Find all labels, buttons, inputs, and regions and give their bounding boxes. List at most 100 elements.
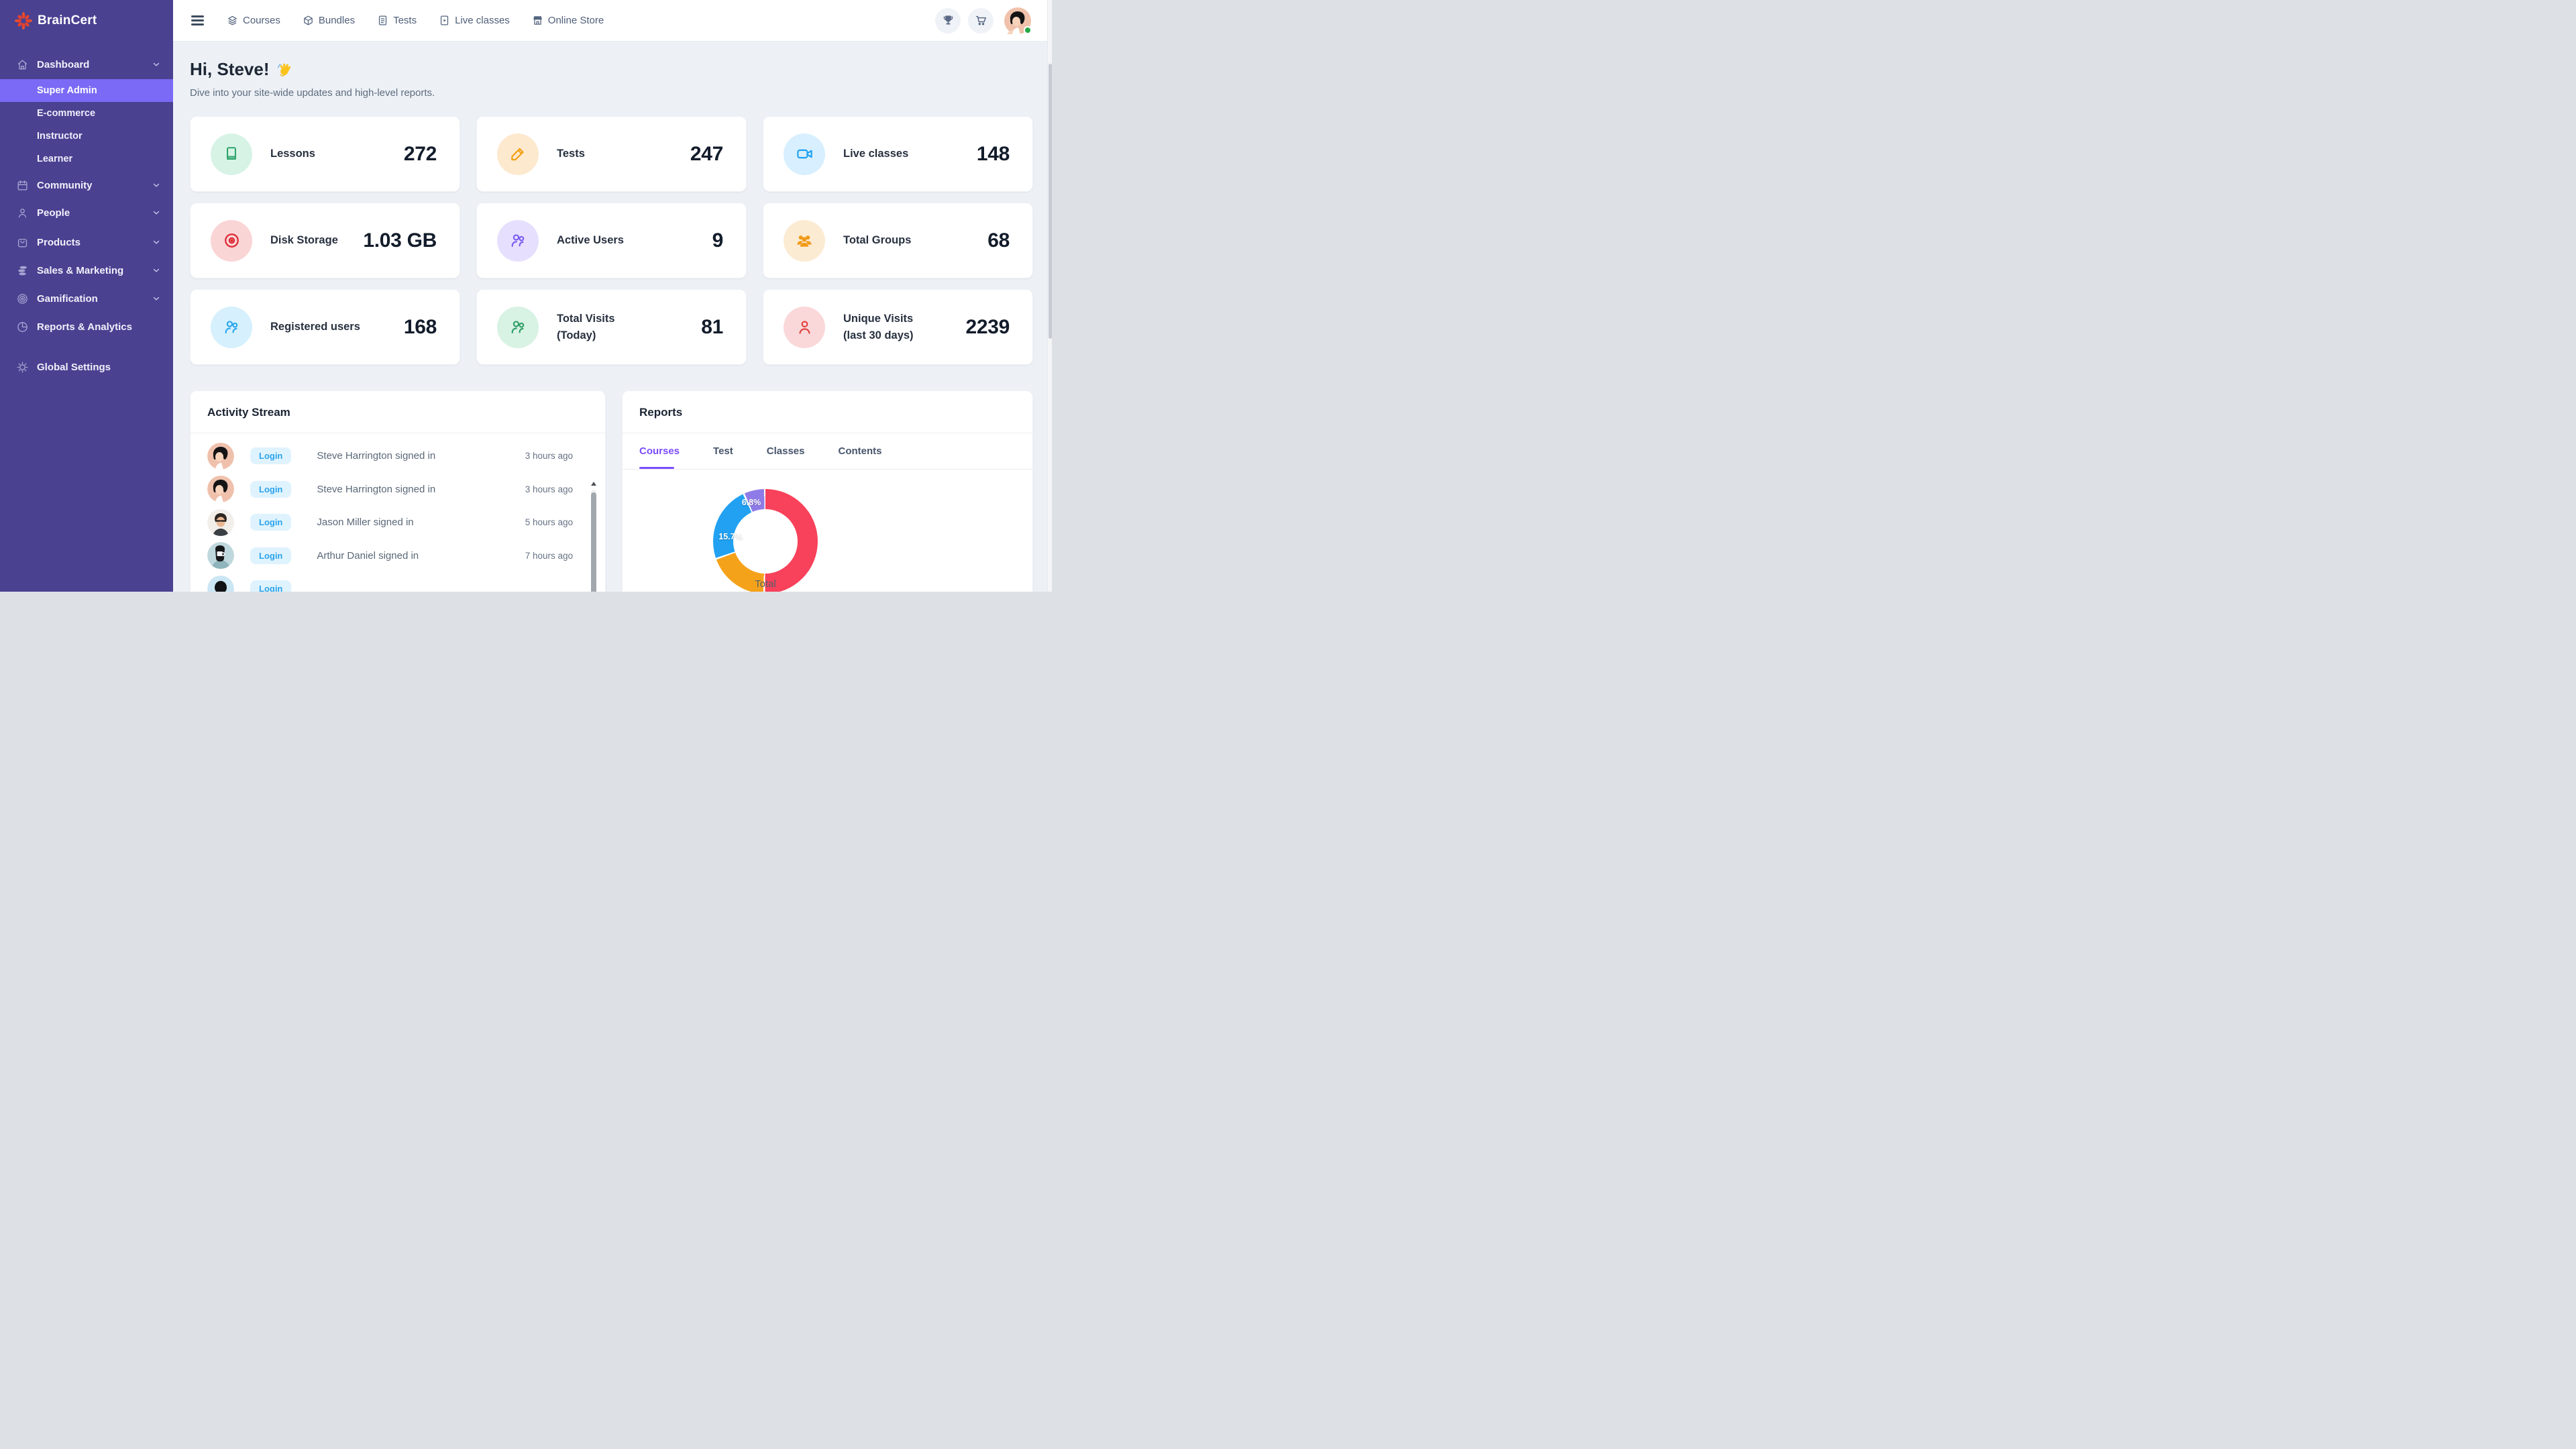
stat-card-live-classes[interactable]: Live classes 148 [763,116,1033,192]
stat-value: 9 [712,229,723,252]
topnav-item-label: Online Store [548,15,604,26]
avatar [207,576,234,592]
coins-icon [16,264,29,277]
trophy-icon [942,14,955,27]
video-camera-icon [784,133,825,175]
stat-card-total-visits[interactable]: Total Visits (Today) 81 [476,289,747,365]
user-avatar[interactable] [1004,7,1031,34]
donut-center-label: Total [755,578,776,590]
stat-card-total-groups[interactable]: Total Groups 68 [763,203,1033,278]
activity-row: Login Arthur Daniel signed in 7 hours ag… [191,539,605,573]
topbar-actions [935,7,1047,34]
activity-list: Login Steve Harrington signed in 3 hours… [191,433,605,592]
stat-value: 272 [404,143,437,166]
stat-card-registered-users[interactable]: Registered users 168 [190,289,460,365]
trophy-button[interactable] [935,8,961,34]
login-badge[interactable]: Login [250,547,291,564]
avatar [207,542,234,569]
sidebar-subitem-learner[interactable]: Learner [0,148,173,170]
activity-stream-title: Activity Stream [191,391,605,419]
sidebar-item-global-settings[interactable]: Global Settings [0,354,173,380]
person-icon [16,207,29,219]
page-title: Hi, Steve! [190,59,292,80]
topnav-item-bundles[interactable]: Bundles [303,15,355,26]
scroll-up-arrow-icon[interactable] [591,482,596,486]
activity-row: Login Steve Harrington signed in 3 hours… [191,439,605,473]
cart-button[interactable] [968,8,994,34]
sidebar-item-dashboard[interactable]: Dashboard [0,51,173,78]
activity-text: Steve Harrington signed in [317,484,435,495]
stat-value: 148 [977,143,1010,166]
users-icon [497,307,539,348]
login-badge[interactable]: Login [250,447,291,464]
topnav-item-tests[interactable]: Tests [377,15,417,26]
sidebar-subitem-label: Instructor [37,131,83,142]
home-icon [16,58,29,71]
page-scrollbar[interactable] [1047,0,1052,592]
layers-icon [227,15,238,26]
sidebar: BrainCert Dashboard Super Admin E-commer… [0,0,173,592]
sidebar-item-label: Dashboard [37,59,152,70]
sidebar-item-label: Reports & Analytics [37,321,161,333]
tab-courses[interactable]: Courses [639,445,680,469]
stat-card-disk-storage[interactable]: Disk Storage 1.03 GB [190,203,460,278]
stat-label: Disk Storage [270,232,338,249]
sidebar-item-label: Products [37,237,152,248]
chevron-down-icon [152,294,161,303]
cart-icon [975,14,987,27]
login-badge[interactable]: Login [250,514,291,531]
tab-test[interactable]: Test [713,445,733,469]
login-badge[interactable]: Login [250,481,291,498]
stat-label: Unique Visits (last 30 days) [843,311,914,344]
topnav-item-live-classes[interactable]: Live classes [439,15,510,26]
brand-logo[interactable]: BrainCert [0,0,173,42]
sidebar-item-reports-analytics[interactable]: Reports & Analytics [0,313,173,340]
stat-card-unique-visits[interactable]: Unique Visits (last 30 days) 2239 [763,289,1033,365]
waving-hand-icon [276,62,292,77]
activity-row: Login Jason Miller signed in 5 hours ago [191,506,605,539]
sidebar-item-products[interactable]: Products [0,229,173,256]
stat-value: 1.03 GB [363,229,437,252]
tab-classes[interactable]: Classes [767,445,805,469]
gear-icon [16,361,29,374]
disc-icon [211,220,252,262]
chevron-down-icon [152,60,161,69]
person-icon [784,307,825,348]
chevron-down-icon [152,237,161,247]
tab-contents[interactable]: Contents [838,445,881,469]
sidebar-item-sales-marketing[interactable]: Sales & Marketing [0,257,173,284]
sidebar-subitem-ecommerce[interactable]: E-commerce [0,102,173,125]
activity-row: Login [191,572,605,592]
sidebar-subitem-label: E-commerce [37,108,95,119]
sidebar-subitem-super-admin[interactable]: Super Admin [0,79,173,102]
stat-label: Total Visits (Today) [557,311,615,344]
stat-card-tests[interactable]: Tests 247 [476,116,747,192]
stat-label-line2: (Today) [557,327,615,344]
activity-scrollbar[interactable] [591,482,596,592]
activity-row: Login Steve Harrington signed in 3 hours… [191,473,605,506]
active-tab-underline [639,467,674,469]
users-icon [497,220,539,262]
stat-value: 168 [404,316,437,339]
page-scrollbar-thumb[interactable] [1049,64,1052,339]
donut-label-blue: 15.7% [718,532,742,541]
topnav-item-online-store[interactable]: Online Store [532,15,604,26]
sidebar-item-community[interactable]: Community [0,172,173,199]
sidebar-item-gamification[interactable]: Gamification [0,285,173,312]
activity-text: Steve Harrington signed in [317,450,435,462]
login-badge[interactable]: Login [250,580,291,592]
pencil-icon [497,133,539,175]
sidebar-subitem-label: Super Admin [37,85,97,96]
stat-value: 81 [701,316,723,339]
stat-card-lessons[interactable]: Lessons 272 [190,116,460,192]
storefront-icon [532,15,543,26]
scrollbar-thumb[interactable] [591,492,596,592]
topnav-item-label: Bundles [319,15,355,26]
calendar-icon [16,179,29,192]
sidebar-item-people[interactable]: People [0,199,173,226]
hamburger-menu-icon[interactable] [191,13,204,28]
greeting-text: Hi, Steve! [190,59,270,80]
sidebar-subitem-instructor[interactable]: Instructor [0,125,173,148]
stat-card-active-users[interactable]: Active Users 9 [476,203,747,278]
topnav-item-courses[interactable]: Courses [227,15,280,26]
